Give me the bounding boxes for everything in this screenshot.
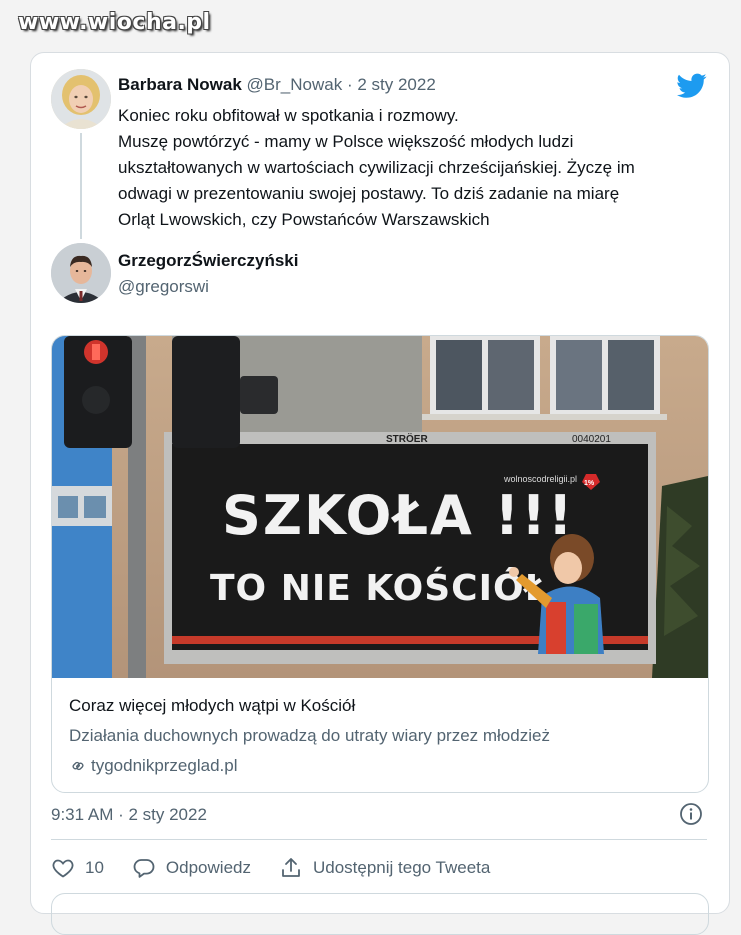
link-title[interactable]: Coraz więcej młodych wątpi w Kościół [69,694,689,718]
tweet-timestamp[interactable]: 9:31 AM · 2 sty 2022 [51,805,207,825]
tweet-actions: 10 Odpowiedz Udostępnij tego Tweeta [51,853,518,883]
like-button[interactable]: 10 [51,856,104,880]
link-icon [72,761,84,771]
next-section-box [51,893,709,935]
tweet-line: Koniec roku obfitował w spotkania i rozm… [118,106,459,125]
author-handle[interactable]: @Br_Nowak [247,75,343,94]
divider [51,839,707,840]
reply-avatar[interactable] [51,243,111,303]
link-description: Działania duchownych prowadzą do utraty … [69,726,550,745]
like-count: 10 [85,858,104,877]
link-preview-card[interactable]: STRÖER 0040201 SZKOŁA !!! TO NIE KOŚCIÓŁ… [51,335,709,793]
share-button[interactable]: Udostępnij tego Tweeta [279,856,490,880]
billboard-badge: 1% [584,480,595,487]
twitter-bird-icon[interactable] [677,73,707,99]
billboard-line2: TO NIE KOŚCIÓŁ [210,567,549,609]
author-avatar[interactable] [51,69,111,129]
share-icon [282,858,300,877]
tweet-line: ukształtowanych w wartościach cywilizacj… [118,158,635,177]
info-icon[interactable] [679,802,703,826]
link-domain-row[interactable]: tygodnikprzeglad.pl [69,754,689,778]
reply-label: Odpowiedz [165,858,251,877]
billboard-brand: STRÖER [386,432,428,445]
share-label: Udostępnij tego Tweeta [312,858,491,877]
link-preview-image[interactable]: STRÖER 0040201 SZKOŁA !!! TO NIE KOŚCIÓŁ… [52,336,708,678]
site-watermark: www.wiocha.pl [18,10,211,35]
billboard-line1: SZKOŁA !!! [222,484,575,547]
tweet-line: Orląt Lwowskich, czy Powstańców Warszaws… [118,210,490,229]
avatar-portrait-image [51,243,111,303]
header-separator: · [346,75,353,94]
reply-icon [133,859,155,878]
tweet-line: Muszę powtórzyć - mamy w Polsce większoś… [118,132,574,151]
author-name[interactable]: Barbara Nowak [118,75,242,94]
tweet-line: odwagi w prezentowaniu swojej postawy. T… [118,184,620,203]
heart-icon [52,859,74,878]
billboard-number: 0040201 [572,434,611,445]
billboard-site: wolnoscodreligii.pl [503,474,577,484]
reply-author-handle[interactable]: @gregorswi [118,277,209,297]
tweet-date[interactable]: 2 sty 2022 [357,75,435,94]
reply-author-name[interactable]: GrzegorzŚwierczyński [118,251,298,271]
tweet-card: Barbara Nowak @Br_Nowak · 2 sty 2022 Kon… [30,52,730,935]
tweet-header: Barbara Nowak @Br_Nowak · 2 sty 2022 [118,75,436,95]
thread-line [80,133,82,239]
tweet-text: Koniec roku obfitował w spotkania i rozm… [118,103,708,233]
link-preview-meta: Coraz więcej młodych wątpi w Kościół Dzi… [69,694,689,778]
avatar-portrait-image [51,69,111,129]
reply-button[interactable]: Odpowiedz [132,856,251,880]
link-domain: tygodnikprzeglad.pl [91,756,238,775]
